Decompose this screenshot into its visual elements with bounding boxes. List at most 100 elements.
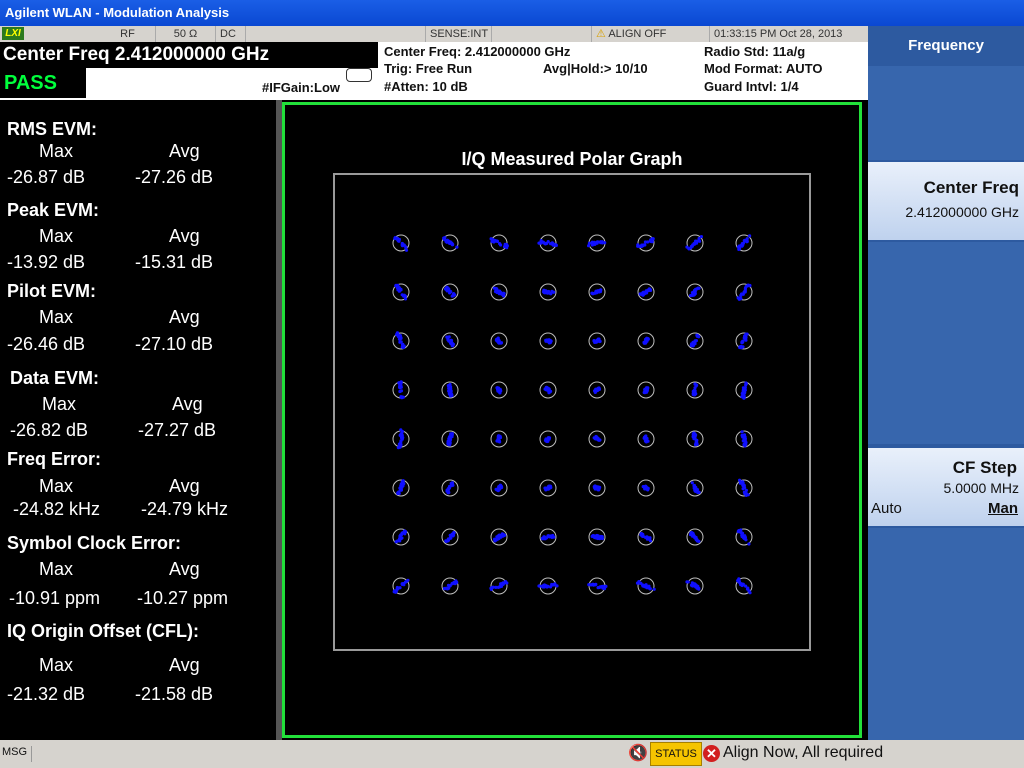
pass-indicator: PASS — [0, 68, 86, 98]
iq-origin-avg-header: Avg — [169, 655, 200, 675]
iq-sample-point — [393, 236, 397, 240]
iq-sample-point — [693, 386, 697, 390]
iq-sample-point — [737, 580, 742, 584]
center-freq-softkey[interactable]: Center Freq 2.412000000 GHz — [868, 162, 1024, 240]
iq-sample-point — [542, 535, 546, 539]
window-titlebar: Agilent WLAN - Modulation Analysis — [0, 0, 1024, 26]
freq-error-max: -24.82 kHz — [13, 499, 101, 519]
info-mod-format: Mod Format: AUTO — [704, 61, 823, 76]
iq-sample-point — [691, 532, 695, 536]
data-evm-max-header: Max — [42, 394, 77, 414]
window-title: Agilent WLAN - Modulation Analysis — [5, 5, 230, 20]
iq-sample-point — [499, 243, 503, 247]
iq-sample-point — [544, 291, 548, 295]
rms-evm-max-header: Max — [39, 141, 74, 161]
align-status: ALIGN OFF — [608, 28, 667, 40]
iq-sample-point — [691, 343, 695, 347]
iq-sample-point — [592, 241, 596, 245]
iq-sample-point — [639, 244, 644, 249]
iq-polar-graph-window[interactable]: I/Q Measured Polar Graph — [282, 102, 862, 738]
status-button[interactable]: STATUS — [650, 742, 702, 766]
iq-sample-point — [403, 297, 408, 301]
iq-sample-point — [448, 436, 452, 440]
iq-sample-point — [748, 234, 752, 238]
iq-sample-point — [600, 535, 604, 539]
data-evm-avg-header: Avg — [172, 394, 203, 414]
iq-sample-point — [549, 242, 553, 246]
iq-sample-point — [400, 531, 404, 535]
iq-sample-point — [553, 582, 557, 586]
iq-sample-point — [744, 284, 748, 289]
iq-sample-point — [690, 581, 694, 585]
iq-sample-point — [399, 340, 403, 344]
iq-sample-point — [450, 342, 455, 346]
peak-evm-max-header: Max — [39, 226, 74, 246]
trigger-icon — [346, 68, 372, 82]
iq-sample-point — [594, 387, 598, 391]
iq-origin-max-header: Max — [39, 655, 74, 675]
iq-sample-point — [744, 440, 748, 445]
cf-step-man-option[interactable]: Man — [988, 500, 1018, 517]
status-spacer — [246, 26, 426, 42]
iq-origin-label: IQ Origin Offset (CFL): — [7, 621, 199, 641]
iq-sample-point — [746, 493, 750, 497]
iq-sample-point — [498, 434, 502, 438]
cf-step-value: 5.0000 MHz — [943, 480, 1019, 496]
iq-sample-point — [693, 582, 697, 586]
iq-sample-point — [648, 539, 653, 543]
iq-sample-point — [451, 581, 455, 585]
impedance-value: 50 Ω — [173, 28, 198, 40]
iq-sample-point — [448, 536, 452, 540]
softkey-blank-2 — [868, 242, 1024, 444]
cf-step-softkey[interactable]: CF Step 5.0000 MHz Auto Man — [868, 448, 1024, 526]
iq-sample-point — [449, 484, 453, 488]
iq-sample-point — [400, 432, 404, 436]
iq-sample-point — [643, 240, 647, 244]
rf-indicator: RF — [100, 26, 156, 42]
iq-sample-point — [642, 340, 646, 345]
iq-sample-point — [747, 542, 751, 546]
peak-evm-avg-header: Avg — [169, 226, 200, 246]
iq-sample-point — [400, 582, 404, 586]
center-freq-display[interactable]: Center Freq 2.412000000 GHz — [0, 42, 378, 68]
iq-sample-point — [499, 341, 503, 345]
iq-sample-point — [546, 240, 550, 244]
iq-sample-point — [549, 339, 553, 343]
iq-sample-point — [398, 539, 402, 543]
peak-evm-max: -13.92 dB — [7, 252, 86, 272]
iq-sample-point — [644, 439, 648, 443]
msg-label: MSG — [2, 746, 33, 762]
iq-sample-point — [743, 337, 747, 341]
info-avg-hold: Avg|Hold:> 10/10 — [543, 61, 648, 76]
iq-sample-point — [505, 246, 509, 250]
iq-sample-point — [451, 242, 455, 247]
symbol-clock-avg: -10.27 ppm — [137, 588, 229, 608]
iq-sample-point — [550, 535, 554, 539]
iq-sample-point — [691, 435, 695, 439]
iq-sample-point — [692, 534, 696, 538]
iq-sample-point — [642, 436, 646, 440]
iq-sample-point — [591, 291, 595, 295]
iq-sample-point — [636, 244, 640, 248]
iq-sample-point — [644, 584, 648, 588]
iq-sample-point — [399, 436, 404, 440]
iq-sample-point — [494, 239, 498, 243]
iq-sample-point — [446, 488, 450, 492]
iq-sample-point — [602, 587, 607, 591]
iq-sample-point — [643, 487, 648, 491]
speaker-muted-icon[interactable]: 🔇 — [628, 743, 648, 763]
iq-sample-point — [448, 386, 452, 390]
iq-sample-point — [502, 294, 506, 298]
iq-sample-point — [498, 483, 502, 487]
iq-sample-point — [402, 344, 406, 348]
iq-sample-point — [647, 288, 651, 293]
info-radio-std: Radio Std: 11a/g — [704, 44, 806, 59]
iq-sample-point — [649, 239, 653, 243]
iq-sample-point — [399, 487, 403, 491]
cf-step-auto-option[interactable]: Auto — [871, 500, 902, 517]
iq-sample-point — [641, 532, 645, 537]
iq-sample-point — [396, 491, 400, 495]
pilot-evm-max-header: Max — [39, 307, 74, 327]
symbol-clock-max-header: Max — [39, 559, 74, 579]
iq-sample-point — [452, 531, 456, 535]
